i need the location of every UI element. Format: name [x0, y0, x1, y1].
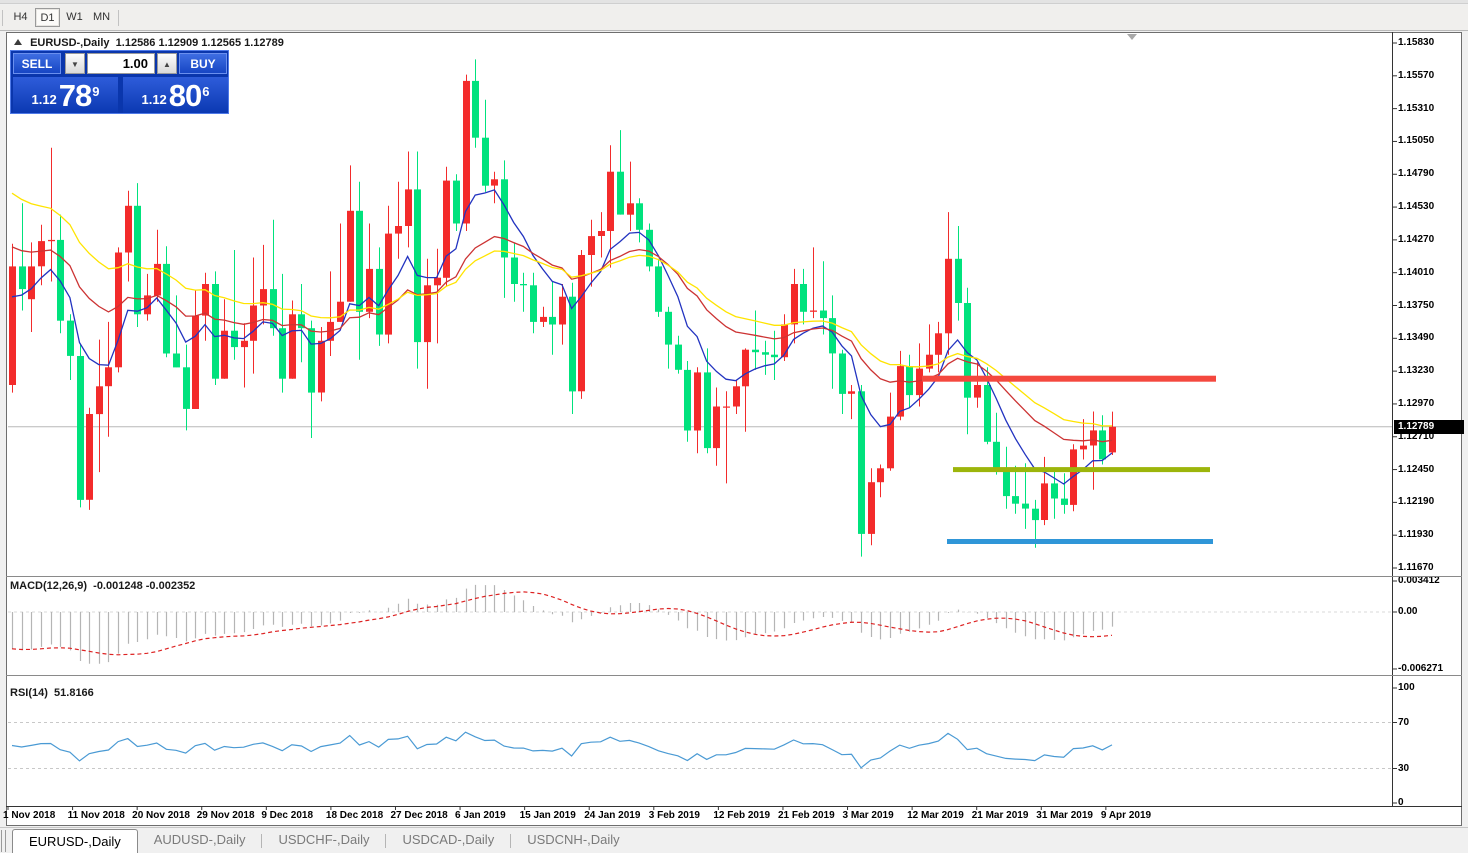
- price-axis-label: 1.15310: [1398, 103, 1434, 114]
- timeframe-button-w1[interactable]: W1: [62, 8, 87, 27]
- timeframe-button-h4[interactable]: H4: [8, 8, 33, 27]
- chart-window: [6, 32, 1462, 826]
- price-axis-label: 1.12450: [1398, 464, 1434, 475]
- buy-price-pip: 6: [202, 77, 209, 107]
- date-axis-label: 21 Feb 2019: [778, 810, 835, 821]
- date-axis-label: 18 Dec 2018: [326, 810, 383, 821]
- date-axis-label: 27 Dec 2018: [390, 810, 447, 821]
- rsi-axis-label: 30: [1398, 763, 1409, 774]
- price-axis-label: 1.14010: [1398, 267, 1434, 278]
- tab-usdcad-daily[interactable]: USDCAD-,Daily: [386, 828, 510, 853]
- date-axis-label: 1 Nov 2018: [3, 810, 55, 821]
- date-axis-label: 9 Dec 2018: [261, 810, 313, 821]
- volume-input[interactable]: [87, 53, 155, 74]
- toolbar-divider: [118, 10, 119, 26]
- toolbar-divider: [2, 10, 3, 26]
- sell-button[interactable]: SELL: [13, 53, 61, 74]
- date-axis-label: 3 Mar 2019: [843, 810, 894, 821]
- macd-axis-label: 0.003412: [1398, 575, 1440, 586]
- date-axis-label: 12 Mar 2019: [907, 810, 964, 821]
- current-price-badge: 1.12789: [1394, 420, 1464, 434]
- macd-values: -0.001248 -0.002352: [93, 580, 195, 592]
- date-axis-label: 11 Nov 2018: [68, 810, 125, 821]
- tab-audusd-daily[interactable]: AUDUSD-,Daily: [138, 828, 262, 853]
- sell-price-display[interactable]: 1.12 78 9: [13, 77, 118, 113]
- chart-ohlc-values: 1.12586 1.12909 1.12565 1.12789: [116, 37, 284, 49]
- main-toolbar-edge: [0, 0, 1468, 4]
- sell-price-pip: 9: [92, 77, 99, 107]
- date-axis-label: 12 Feb 2019: [713, 810, 770, 821]
- buy-price-display[interactable]: 1.12 80 6: [123, 77, 228, 113]
- price-axis-label: 1.15050: [1398, 135, 1434, 146]
- timeframe-button-d1[interactable]: D1: [35, 8, 60, 27]
- macd-pane-title: MACD(12,26,9) -0.001248 -0.002352: [10, 580, 195, 592]
- date-axis-label: 6 Jan 2019: [455, 810, 506, 821]
- tab-eurusd-daily[interactable]: EURUSD-,Daily: [12, 829, 138, 853]
- chart-pane-title: EURUSD-,Daily 1.12586 1.12909 1.12565 1.…: [14, 37, 284, 49]
- price-axis-label: 1.13750: [1398, 300, 1434, 311]
- one-click-trading-panel: SELL ▼ ▲ BUY 1.12 78 9 1.12 80 6: [10, 50, 229, 114]
- price-axis-label: 1.15570: [1398, 70, 1434, 81]
- macd-axis-label: 0.00: [1398, 606, 1417, 617]
- date-axis-label: 31 Mar 2019: [1036, 810, 1093, 821]
- price-axis-label: 1.11670: [1398, 562, 1434, 573]
- date-axis-label: 29 Nov 2018: [197, 810, 255, 821]
- chart-title-marker-icon: [14, 39, 22, 45]
- volume-increase-button[interactable]: ▲: [157, 53, 177, 74]
- sell-price-prefix: 1.12: [31, 90, 56, 110]
- date-axis-label: 15 Jan 2019: [520, 810, 576, 821]
- date-axis-label: 3 Feb 2019: [649, 810, 700, 821]
- timeframe-toolbar: H4D1W1MN: [0, 5, 1468, 31]
- macd-label: MACD(12,26,9): [10, 580, 87, 592]
- tabbar-left-divider: [1, 830, 6, 852]
- price-axis-label: 1.13230: [1398, 365, 1434, 376]
- price-axis-label: 1.14530: [1398, 201, 1434, 212]
- buy-price-prefix: 1.12: [141, 90, 166, 110]
- price-axis-label: 1.11930: [1398, 529, 1434, 540]
- sell-price-big: 78: [59, 82, 91, 110]
- tab-usdchf-daily[interactable]: USDCHF-,Daily: [262, 828, 385, 853]
- rsi-value: 51.8166: [54, 687, 94, 699]
- mt4-window: H4D1W1MN EURUSD-,Daily 1.12586 1.12909 1…: [0, 0, 1468, 853]
- buy-price-big: 80: [169, 82, 201, 110]
- price-axis-label: 1.12970: [1398, 398, 1434, 409]
- rsi-axis-label: 100: [1398, 682, 1415, 693]
- price-axis-label: 1.15830: [1398, 37, 1434, 48]
- rsi-axis-label: 70: [1398, 717, 1409, 728]
- rsi-pane-title: RSI(14) 51.8166: [10, 687, 94, 699]
- price-axis-label: 1.14270: [1398, 234, 1434, 245]
- rsi-label: RSI(14): [10, 687, 48, 699]
- buy-button[interactable]: BUY: [179, 53, 227, 74]
- timeframe-button-mn[interactable]: MN: [89, 8, 114, 27]
- date-axis-label: 21 Mar 2019: [972, 810, 1029, 821]
- date-axis-label: 20 Nov 2018: [132, 810, 190, 821]
- volume-decrease-button[interactable]: ▼: [65, 53, 85, 74]
- date-axis-label: 9 Apr 2019: [1101, 810, 1151, 821]
- price-axis-label: 1.14790: [1398, 168, 1434, 179]
- chart-tab-bar: EURUSD-,DailyAUDUSD-,DailyUSDCHF-,DailyU…: [0, 827, 1468, 853]
- price-axis-label: 1.12190: [1398, 496, 1434, 507]
- tab-usdcnh-daily[interactable]: USDCNH-,Daily: [511, 828, 635, 853]
- macd-axis-label: -0.006271: [1398, 663, 1443, 674]
- rsi-axis-label: 0: [1398, 797, 1404, 808]
- chart-symbol-label: EURUSD-,Daily: [30, 37, 109, 49]
- date-axis-label: 24 Jan 2019: [584, 810, 640, 821]
- price-axis-label: 1.13490: [1398, 332, 1434, 343]
